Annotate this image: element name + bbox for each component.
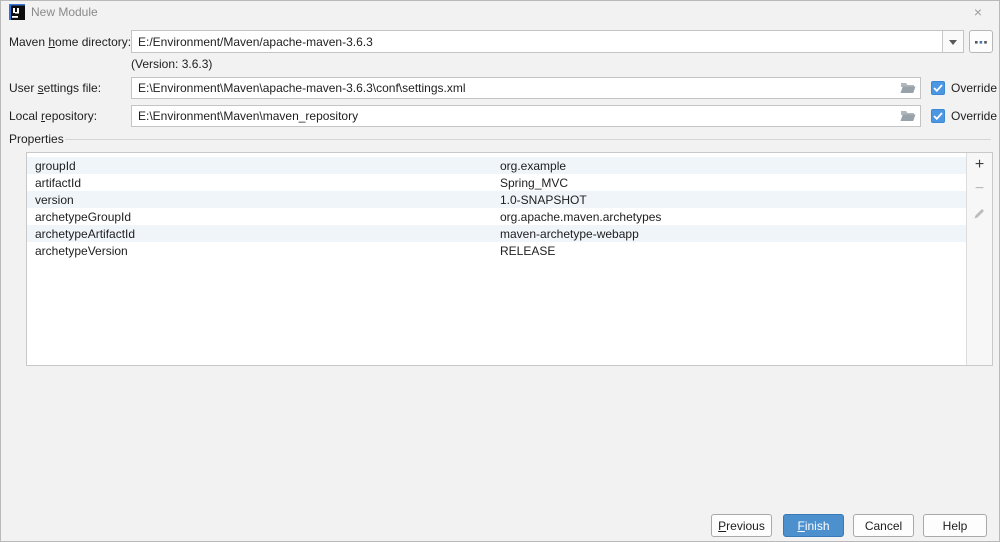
label-text: User bbox=[9, 81, 38, 95]
edit-button[interactable] bbox=[967, 201, 992, 225]
maven-home-input[interactable] bbox=[132, 31, 943, 52]
button-mnemonic: F bbox=[797, 518, 805, 533]
table-row[interactable]: archetypeVersion RELEASE bbox=[27, 242, 966, 259]
cancel-button[interactable]: Cancel bbox=[853, 514, 914, 537]
property-name: archetypeVersion bbox=[35, 243, 128, 258]
table-row[interactable]: archetypeGroupId org.apache.maven.archety… bbox=[27, 208, 966, 225]
local-repository-input[interactable] bbox=[132, 106, 896, 126]
add-button[interactable]: + bbox=[967, 153, 992, 177]
property-value: RELEASE bbox=[500, 243, 556, 258]
local-repository-field[interactable] bbox=[131, 105, 921, 127]
title-bar: New Module × bbox=[1, 1, 999, 23]
remove-button[interactable]: − bbox=[967, 177, 992, 201]
user-settings-input[interactable] bbox=[132, 78, 896, 98]
user-settings-field[interactable] bbox=[131, 77, 921, 99]
override-label: Override bbox=[951, 109, 998, 123]
property-value: maven-archetype-webapp bbox=[500, 226, 639, 241]
label-text: epository: bbox=[45, 109, 98, 123]
property-value: 1.0-SNAPSHOT bbox=[500, 192, 587, 207]
maven-home-label: Maven home directory: bbox=[9, 31, 131, 53]
override-checkbox[interactable] bbox=[931, 81, 945, 95]
browse-button[interactable] bbox=[969, 30, 993, 53]
section-separator bbox=[65, 139, 991, 140]
property-name: archetypeArtifactId bbox=[35, 226, 136, 241]
table-row[interactable]: archetypeArtifactId maven-archetype-webap… bbox=[27, 225, 966, 242]
checkmark-icon bbox=[933, 84, 943, 92]
override-label: Override bbox=[951, 81, 998, 95]
property-name: archetypeGroupId bbox=[35, 209, 132, 224]
user-settings-label: User settings file: bbox=[9, 77, 101, 99]
properties-table-body: groupId org.example artifactId Spring_MVC ve… bbox=[27, 157, 966, 259]
maven-home-combobox[interactable] bbox=[131, 30, 964, 53]
label-text: ome directory: bbox=[55, 35, 132, 49]
close-icon[interactable]: × bbox=[969, 1, 987, 23]
property-value: org.apache.maven.archetypes bbox=[500, 209, 662, 224]
button-text: inish bbox=[804, 518, 830, 533]
previous-button[interactable]: Previous bbox=[711, 514, 772, 537]
table-row[interactable]: artifactId Spring_MVC bbox=[27, 174, 966, 191]
maven-version-note: (Version: 3.6.3) bbox=[131, 57, 213, 71]
new-module-dialog: New Module × Maven home directory: (Vers… bbox=[0, 0, 1000, 542]
checkmark-icon bbox=[933, 112, 943, 120]
local-repository-label: Local repository: bbox=[9, 105, 97, 127]
property-name: artifactId bbox=[35, 175, 82, 190]
property-value: org.example bbox=[500, 158, 567, 173]
pencil-icon bbox=[974, 208, 984, 218]
combo-dropdown-button[interactable] bbox=[942, 31, 963, 52]
ellipsis-icon bbox=[975, 40, 987, 44]
dialog-title: New Module bbox=[31, 5, 98, 19]
table-row[interactable]: version 1.0-SNAPSHOT bbox=[27, 191, 966, 208]
help-button[interactable]: Help bbox=[923, 514, 987, 537]
property-value: Spring_MVC bbox=[500, 175, 569, 190]
finish-button[interactable]: Finish bbox=[783, 514, 844, 537]
properties-section-label: Properties bbox=[9, 132, 64, 146]
button-mnemonic: P bbox=[718, 518, 727, 533]
table-toolbar: + − bbox=[966, 153, 992, 365]
property-name: version bbox=[35, 192, 74, 207]
folder-icon[interactable] bbox=[900, 109, 916, 123]
intellij-logo-icon bbox=[9, 4, 25, 20]
table-row[interactable]: groupId org.example bbox=[27, 157, 966, 174]
label-text: Maven bbox=[9, 35, 49, 49]
folder-icon[interactable] bbox=[900, 81, 916, 95]
properties-table[interactable]: groupId org.example artifactId Spring_MVC ve… bbox=[26, 152, 993, 366]
button-text: revious bbox=[726, 518, 765, 533]
chevron-down-icon bbox=[949, 39, 957, 49]
label-text: ettings file: bbox=[43, 81, 102, 95]
override-checkbox[interactable] bbox=[931, 109, 945, 123]
property-name: groupId bbox=[35, 158, 76, 173]
label-text: Local bbox=[9, 109, 42, 123]
